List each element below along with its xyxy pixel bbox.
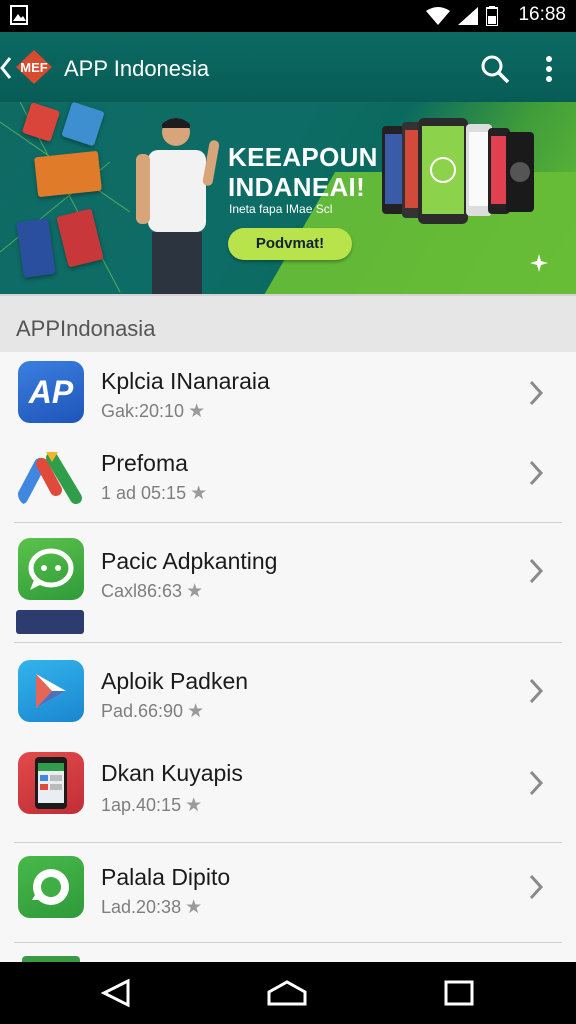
star-icon: ★ [185,795,203,816]
star-icon: ★ [190,483,208,504]
banner-person-illustration [136,118,220,294]
divider [14,842,562,843]
app-meta-text: Pad.66:90 [101,701,184,721]
wifi-icon [426,7,450,25]
section-title: APPIndonasia [16,316,156,341]
status-time: 16:88 [518,4,566,25]
app-bar: MEF APP Indonesia [0,32,576,102]
app-name: Aploik Padken [101,668,249,694]
search-icon[interactable] [480,54,510,84]
signal-icon [458,7,478,25]
app-meta: Pad.66:90 ★ [101,700,204,723]
app-meta-text: Gak:20:10 [101,401,185,421]
status-bar: 16:88 [0,0,576,32]
chevron-right-icon[interactable] [526,556,546,586]
overflow-menu-icon[interactable] [540,54,558,84]
divider [14,642,562,643]
green-ring-icon [18,856,84,918]
app-meta: Caxl86:63 ★ [101,580,203,603]
nav-recents-icon[interactable] [444,978,474,1008]
app-meta: Lad.20:38 ★ [101,896,202,919]
divider [14,942,562,943]
app-meta: Gak:20:10 ★ [101,400,205,423]
banner-phones-illustration [382,118,534,224]
banner-headline-line2: INDANEAI! [228,172,366,202]
app-meta: 1ap.40:15 ★ [101,794,202,817]
star-icon: ★ [186,581,204,602]
banner-headline-line1: KEEAPOUN [228,142,378,172]
svg-text:AP: AP [28,374,74,410]
nav-home-icon[interactable] [266,978,308,1008]
sparkle-icon [530,254,548,272]
app-name: Dkan Kuyapis [101,760,243,786]
chevron-right-icon[interactable] [526,676,546,706]
phone-screen-icon [18,752,84,814]
app-meta-text: 1 ad 05:15 [101,483,187,503]
app-name: Kplcia INanaraia [101,368,270,394]
app-meta-text: Lad.20:38 [101,897,182,917]
app-name: Palala Dipito [101,864,231,890]
app-logo: MEF [14,48,54,86]
banner-headline: KEEAPOUN INDANEAI! [228,142,378,202]
list-item[interactable]: AP Kplcia INanaraia Gak:20:10 ★ [0,352,576,428]
chevron-right-icon[interactable] [526,458,546,488]
section-header: APPIndonasia [0,294,576,354]
list-item[interactable]: Prefoma 1 ad 05:15 ★ [0,436,576,522]
star-icon: ★ [188,401,206,422]
back-arrow-icon[interactable] [0,56,14,80]
ap-logo-icon: AP [18,361,84,423]
page-title: APP Indonesia [64,56,210,81]
chevron-right-icon[interactable] [526,768,546,798]
star-icon: ★ [185,897,203,918]
banner-cta-button[interactable]: Podvmat! [228,228,352,260]
divider [14,522,562,523]
list-item[interactable]: Dkan Kuyapis 1ap.40:15 ★ [0,744,576,840]
navigation-bar [0,962,576,1024]
list-item[interactable]: Aploik Padken Pad.66:90 ★ [0,650,576,736]
app-meta: 1 ad 05:15 ★ [101,482,207,505]
star-icon: ★ [187,701,205,722]
promo-banner[interactable]: KEEAPOUN INDANEAI! Ineta fapa IMae Scl P… [0,102,576,294]
app-name: Pacic Adpkanting [101,548,278,574]
list-item[interactable]: Pacic Adpkanting Caxl86:63 ★ [0,530,576,642]
google-ads-logo-icon [18,444,84,506]
app-meta-text: Caxl86:63 [101,581,183,601]
app-name: Prefoma [101,450,188,476]
list-item[interactable]: Palala Dipito Lad.20:38 ★ [0,850,576,942]
app-list: AP Kplcia INanaraia Gak:20:10 ★ Prefoma 1… [0,352,576,962]
chevron-right-icon[interactable] [526,872,546,902]
chevron-right-icon[interactable] [526,378,546,408]
banner-card [34,150,102,198]
small-icons-strip [16,610,84,634]
play-store-icon [18,660,84,722]
banner-subtext: Ineta fapa IMae Scl [229,202,333,216]
battery-icon [486,6,498,26]
svg-text:MEF: MEF [20,60,48,75]
chat-bubble-icon [18,538,84,600]
nav-back-icon[interactable] [100,978,132,1008]
app-meta-text: 1ap.40:15 [101,795,182,815]
gallery-notification-icon [10,5,28,25]
